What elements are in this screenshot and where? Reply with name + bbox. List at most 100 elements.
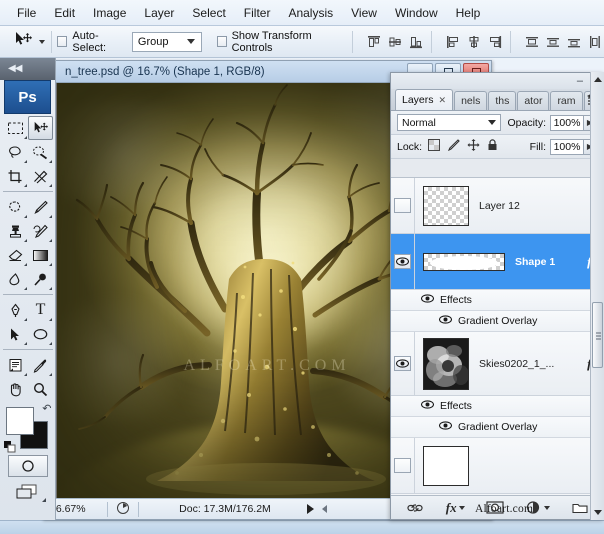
layer-name[interactable]: Layer 12	[479, 200, 603, 212]
tool-slice[interactable]	[28, 164, 53, 188]
panel-minimize-icon[interactable]: –	[577, 75, 583, 87]
align-left-edges-icon[interactable]	[444, 33, 462, 51]
menu-item-help[interactable]: Help	[447, 3, 490, 23]
dock-scroll-up-button[interactable]	[592, 74, 603, 85]
tool-pen[interactable]	[3, 298, 28, 322]
tool-rectangular-marquee[interactable]	[3, 116, 28, 140]
eye-icon-hidden[interactable]	[394, 458, 411, 473]
layer-effects-row[interactable]: Effects	[391, 290, 603, 311]
tool-zoom[interactable]	[28, 377, 53, 401]
blend-mode-dropdown[interactable]: Normal	[397, 114, 501, 131]
document-thumbnail-icon[interactable]	[112, 501, 134, 518]
align-bottom-edges-icon[interactable]	[407, 33, 425, 51]
double-chevron-left-icon[interactable]: ◀◀	[8, 63, 21, 74]
layer-visibility-cell[interactable]	[391, 178, 415, 233]
change-screen-mode-button[interactable]	[8, 481, 48, 503]
tool-eraser[interactable]	[3, 243, 28, 267]
eye-icon[interactable]	[439, 421, 452, 433]
lock-all-icon[interactable]	[487, 139, 498, 154]
color-swatches[interactable]: ↶	[6, 407, 50, 451]
link-layers-icon[interactable]	[406, 502, 424, 514]
panel-titlebar[interactable]: – ✕	[391, 73, 603, 89]
distribute-top-edges-icon[interactable]	[523, 33, 541, 51]
tool-gradient[interactable]	[28, 243, 53, 267]
tools-panel-titlebar[interactable]: ◀◀	[0, 58, 55, 80]
lock-position-icon[interactable]	[467, 139, 480, 154]
layer-effects-row[interactable]: Effects	[391, 396, 603, 417]
opacity-value[interactable]: 100%	[550, 115, 584, 131]
tool-quick-selection[interactable]	[28, 140, 53, 164]
tab-channels[interactable]: nels	[454, 91, 487, 110]
menu-item-file[interactable]: File	[8, 3, 45, 23]
distribute-vertical-centers-icon[interactable]	[544, 33, 562, 51]
layer-thumbnail-shape[interactable]	[423, 253, 505, 271]
dock-scrollbar-thumb[interactable]	[592, 302, 603, 368]
status-left-arrow-icon[interactable]	[322, 505, 327, 513]
tool-ellipse-shape[interactable]	[28, 322, 53, 346]
layer-row-skies[interactable]: Skies0202_1_... fx	[391, 332, 603, 396]
tool-crop[interactable]	[3, 164, 28, 188]
eye-icon[interactable]	[394, 356, 411, 371]
menu-item-window[interactable]: Window	[386, 3, 447, 23]
menu-item-analysis[interactable]: Analysis	[279, 3, 342, 23]
align-right-edges-icon[interactable]	[486, 33, 504, 51]
tool-horizontal-type[interactable]: T	[28, 298, 53, 322]
layer-row-layer-12[interactable]: Layer 12	[391, 178, 603, 234]
menu-item-image[interactable]: Image	[84, 3, 135, 23]
lock-image-pixels-icon[interactable]	[447, 139, 460, 154]
layer-thumbnail-clouds[interactable]	[423, 338, 469, 390]
layer-thumbnail-white[interactable]	[423, 446, 469, 486]
tool-dodge[interactable]	[28, 267, 53, 291]
tab-paths[interactable]: ths	[488, 91, 516, 110]
align-horizontal-centers-icon[interactable]	[465, 33, 483, 51]
dock-scroll-down-button[interactable]	[592, 507, 603, 518]
layer-effect-gradient-overlay-row[interactable]: Gradient Overlay	[391, 417, 603, 438]
add-layer-style-icon[interactable]: fx	[446, 500, 465, 516]
menu-item-edit[interactable]: Edit	[45, 3, 84, 23]
tool-notes[interactable]	[3, 353, 28, 377]
eye-icon[interactable]	[421, 294, 434, 306]
tool-healing-brush[interactable]	[3, 195, 28, 219]
tab-close-icon[interactable]: ✕	[439, 95, 447, 106]
layer-row-shape-1[interactable]: Shape 1 fx	[391, 234, 603, 290]
tool-clone-stamp[interactable]	[3, 219, 28, 243]
tool-preset-chevron-down-icon[interactable]	[39, 40, 45, 44]
auto-select-dropdown[interactable]: Group	[132, 32, 202, 52]
tab-histogram[interactable]: ram	[550, 91, 582, 110]
menu-item-select[interactable]: Select	[183, 3, 234, 23]
eye-icon[interactable]	[394, 254, 411, 269]
tool-blur[interactable]	[3, 267, 28, 291]
tool-brush[interactable]	[28, 195, 53, 219]
foreground-color-swatch[interactable]	[6, 407, 34, 435]
layer-list[interactable]: Layer 12 Shape 1 fx Effects	[391, 177, 603, 497]
layer-visibility-cell[interactable]	[391, 332, 415, 395]
menu-item-layer[interactable]: Layer	[135, 3, 183, 23]
tab-navigator[interactable]: ator	[517, 91, 549, 110]
menu-item-view[interactable]: View	[342, 3, 386, 23]
new-group-icon[interactable]	[572, 502, 588, 514]
distribute-left-edges-icon[interactable]	[586, 33, 604, 51]
layer-visibility-cell[interactable]	[391, 234, 415, 289]
tool-lasso[interactable]	[3, 140, 28, 164]
eye-icon-hidden[interactable]	[394, 198, 411, 213]
layer-name[interactable]: Skies0202_1_...	[479, 358, 587, 370]
layer-visibility-cell[interactable]	[391, 438, 415, 493]
tool-move[interactable]	[28, 116, 53, 140]
tool-path-selection[interactable]	[3, 322, 28, 346]
distribute-bottom-edges-icon[interactable]	[565, 33, 583, 51]
tab-layers[interactable]: Layers ✕	[395, 89, 453, 110]
swap-colors-icon[interactable]: ↶	[42, 402, 51, 415]
dock-scrollbar[interactable]	[590, 72, 604, 520]
layer-name[interactable]: Shape 1	[515, 256, 587, 268]
default-colors-icon[interactable]	[4, 441, 16, 453]
tool-hand[interactable]	[3, 377, 28, 401]
layer-row-background[interactable]	[391, 438, 603, 494]
layer-thumbnail-transparent[interactable]	[423, 186, 469, 226]
auto-select-checkbox[interactable]	[57, 36, 67, 47]
eye-icon[interactable]	[421, 400, 434, 412]
fill-value[interactable]: 100%	[550, 139, 584, 155]
tool-eyedropper[interactable]	[28, 353, 53, 377]
active-tool-preset[interactable]	[13, 31, 45, 52]
align-top-edges-icon[interactable]	[365, 33, 383, 51]
menu-item-filter[interactable]: Filter	[235, 3, 280, 23]
